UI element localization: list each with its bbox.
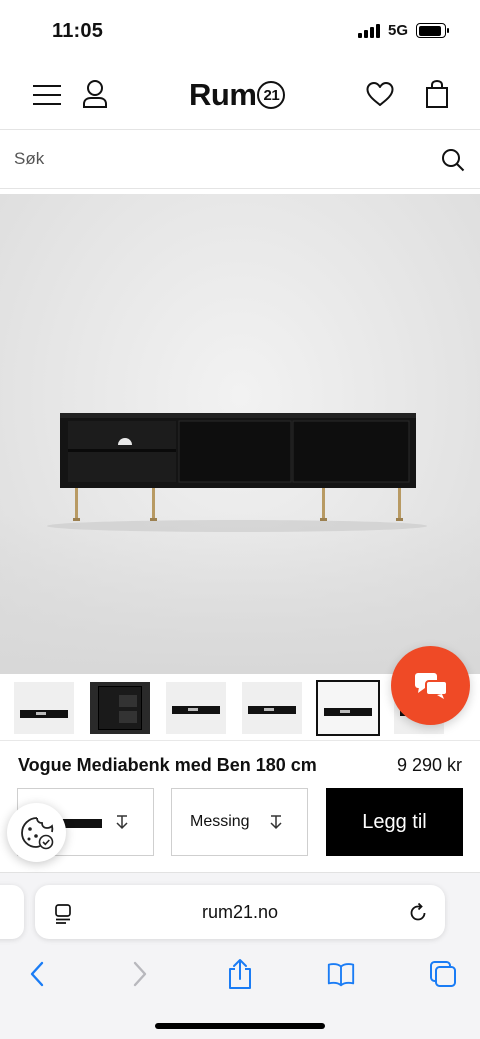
tabs-icon[interactable] bbox=[428, 959, 458, 989]
logo-badge: 21 bbox=[257, 81, 286, 109]
previous-tab-preview[interactable] bbox=[0, 885, 24, 939]
cookie-settings-button[interactable] bbox=[7, 803, 66, 862]
home-indicator bbox=[155, 1023, 325, 1029]
search-icon[interactable] bbox=[440, 147, 466, 173]
cookie-icon bbox=[20, 816, 53, 849]
logo-text: Rum bbox=[189, 77, 257, 112]
thumbnail-5-selected[interactable] bbox=[316, 680, 380, 736]
status-bar: 11:05 5G bbox=[0, 0, 480, 60]
status-indicators: 5G bbox=[357, 22, 449, 39]
chat-bubbles-icon bbox=[414, 672, 448, 699]
legs-select-value: Messing bbox=[190, 813, 250, 830]
reload-icon[interactable] bbox=[407, 901, 429, 923]
product-name: Vogue Mediabenk med Ben 180 cm bbox=[18, 755, 317, 775]
add-to-cart-button[interactable]: Legg til bbox=[326, 788, 463, 856]
media-bench-illustration bbox=[47, 413, 427, 532]
chat-button[interactable] bbox=[391, 646, 470, 725]
heart-icon[interactable] bbox=[364, 78, 396, 110]
thumbnail-4[interactable] bbox=[242, 682, 302, 734]
battery-icon bbox=[416, 23, 449, 38]
thumbnail-1[interactable] bbox=[14, 682, 74, 734]
network-type: 5G bbox=[387, 22, 408, 39]
user-icon[interactable] bbox=[80, 78, 110, 110]
status-time: 11:05 bbox=[52, 20, 104, 42]
signal-icon bbox=[357, 23, 380, 38]
product-options: Messing Legg til bbox=[0, 788, 480, 858]
url-text[interactable]: rum21.no bbox=[35, 902, 445, 923]
color-swatch bbox=[62, 819, 102, 828]
search-bar bbox=[0, 131, 480, 189]
product-image[interactable] bbox=[0, 194, 480, 674]
arrow-down-icon bbox=[270, 815, 282, 830]
menu-icon[interactable] bbox=[30, 80, 64, 110]
share-icon[interactable] bbox=[225, 959, 255, 989]
browser-toolbar: rum21.no bbox=[0, 872, 480, 1039]
bag-icon[interactable] bbox=[424, 78, 450, 110]
back-icon[interactable] bbox=[22, 959, 52, 989]
forward-icon[interactable] bbox=[125, 959, 155, 989]
site-header: Rum 21 bbox=[0, 60, 480, 130]
address-bar[interactable]: rum21.no bbox=[35, 885, 445, 939]
bookmarks-icon[interactable] bbox=[326, 959, 356, 989]
arrow-down-icon bbox=[116, 815, 128, 830]
legs-select[interactable]: Messing bbox=[171, 788, 308, 856]
product-price: 9 290 kr bbox=[396, 755, 462, 775]
thumbnail-3[interactable] bbox=[166, 682, 226, 734]
thumbnail-2[interactable] bbox=[90, 682, 150, 734]
search-input[interactable] bbox=[0, 131, 420, 187]
product-summary: Vogue Mediabenk med Ben 180 cm 9 290 kr bbox=[0, 740, 480, 784]
site-logo[interactable]: Rum 21 bbox=[189, 75, 286, 115]
